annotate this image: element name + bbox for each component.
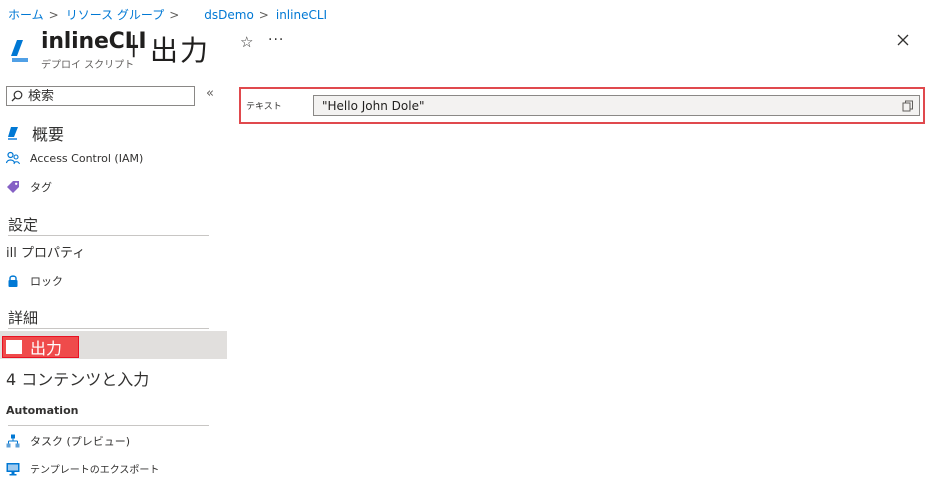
sidebar-item-label: 概要 [32,125,65,144]
section-divider [8,328,209,329]
export-template-icon [6,462,20,475]
output-label: テキスト [246,102,282,112]
section-header-settings: 設定 [8,216,39,234]
section-header-automation: Automation [6,404,79,417]
sidebar-item-label: タグ [30,181,52,194]
tag-icon [7,181,19,193]
sidebar-item-label: 4 コンテンツと入力 [6,370,150,389]
breadcrumb-current[interactable]: inlineCLI [276,8,327,22]
sidebar-item-tags[interactable]: タグ [6,179,52,195]
section-header-details: 詳細 [8,309,39,327]
sidebar-item-label: ill プロパティ [6,246,86,261]
output-value: "Hello John Dole" [322,98,425,113]
tasks-icon [6,434,20,448]
search-icon [11,90,23,102]
breadcrumb: ホーム > リソース グループ > dsDemo > inlineCLI [8,6,327,23]
sidebar-item-tasks[interactable]: タスク (プレビュー) [6,433,130,449]
deployment-script-icon [11,40,28,62]
sidebar-item-iam[interactable]: Access Control (IAM) [6,151,143,165]
sidebar-item-content-input[interactable]: 4 コンテンツと入力 [6,366,149,390]
search-box[interactable] [6,86,195,106]
sidebar-item-locks[interactable]: ロック [6,273,63,289]
output-icon [6,340,22,354]
close-icon[interactable] [895,32,911,48]
script-icon [8,127,18,140]
section-divider [8,425,209,426]
copy-icon[interactable] [902,100,914,112]
lock-icon [8,275,18,287]
sidebar-item-label: ロック [30,275,63,288]
breadcrumb-resource-groups[interactable]: リソース グループ [66,6,165,23]
output-value-field[interactable]: "Hello John Dole" [313,95,920,116]
favorite-star-icon[interactable]: ☆ [240,33,253,51]
breadcrumb-separator: > [48,7,59,22]
sidebar-item-export-template[interactable]: テンプレートのエクスポート [6,461,159,476]
more-options-icon[interactable]: ··· [268,32,284,48]
sidebar-item-label: テンプレートのエクスポート [30,465,160,476]
sidebar-item-label: 出力 [30,339,63,358]
page-section-title: 出力 [150,34,211,67]
sidebar-item-label: タスク (プレビュー) [30,435,131,448]
sidebar-item-output[interactable]: 出力 [2,336,79,358]
search-input[interactable] [28,88,188,104]
sidebar-item-properties[interactable]: ill プロパティ [6,242,85,261]
title-divider: | [130,33,138,58]
breadcrumb-separator: > [169,7,180,22]
breadcrumb-resource-group[interactable]: dsDemo [204,8,254,22]
sidebar-item-overview[interactable]: 概要 [6,121,64,145]
sidebar-item-label: Access Control (IAM) [30,151,144,165]
section-divider [8,235,209,236]
breadcrumb-home[interactable]: ホーム [8,6,44,23]
collapse-sidebar-icon[interactable]: « [206,86,214,101]
page-subtitle: デプロイ スクリプト [41,60,135,71]
breadcrumb-separator: > [258,7,269,22]
people-icon [6,151,20,165]
